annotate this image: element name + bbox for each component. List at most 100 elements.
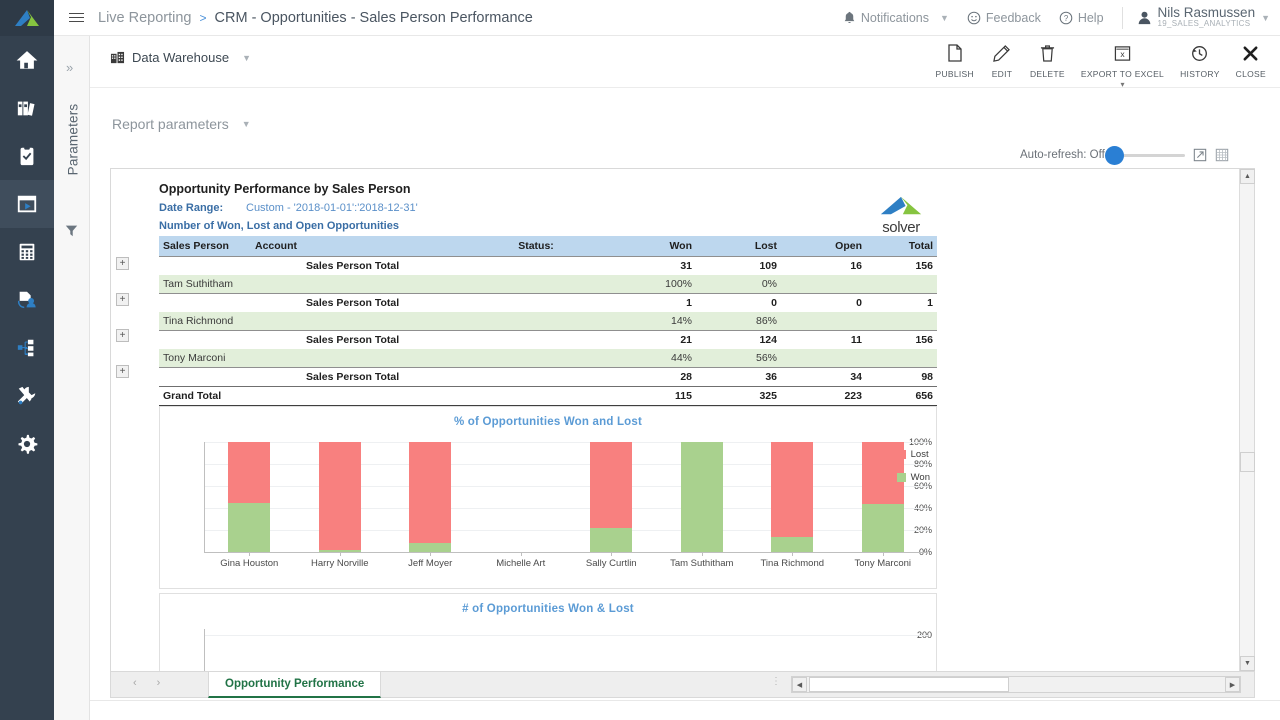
chart1-x-label: Tam Suthitham	[657, 558, 748, 569]
cell-open	[781, 312, 866, 331]
chart1-bar-column	[476, 442, 567, 552]
expand-row-button[interactable]: +	[116, 257, 129, 270]
cell-lost: 0	[696, 294, 781, 313]
auto-refresh-slider[interactable]	[1113, 154, 1185, 157]
legend-label: Won	[911, 472, 930, 483]
breadcrumb-current: CRM - Opportunities - Sales Person Perfo…	[215, 10, 533, 26]
sidebar-item-library[interactable]	[0, 84, 54, 132]
status-strip	[90, 700, 1280, 720]
col-sales-person: Sales Person	[159, 236, 251, 257]
y-axis	[204, 629, 205, 671]
solver-logo-text: solver	[879, 219, 923, 236]
sidebar-item-documents[interactable]	[0, 276, 54, 324]
scroll-down-button[interactable]: ▼	[1240, 656, 1255, 671]
cell-label: Grand Total	[159, 387, 611, 407]
popout-icon[interactable]	[1193, 148, 1207, 162]
hamburger-icon[interactable]	[54, 10, 98, 24]
x-tick	[249, 552, 250, 556]
auto-refresh-label: Auto-refresh: Off	[1020, 149, 1105, 161]
cell-label: Sales Person Total	[251, 331, 611, 350]
filter-icon[interactable]	[65, 224, 78, 242]
datasource-selector[interactable]: Data Warehouse ▼	[110, 50, 251, 65]
cell-sales-person	[159, 257, 251, 276]
cell-lost: 86%	[696, 312, 781, 331]
report-parameters-toggle[interactable]: Report parameters ▼	[112, 116, 251, 132]
chevron-down-icon: ▼	[242, 119, 251, 129]
sidebar-item-settings[interactable]	[0, 420, 54, 468]
chart1-x-label: Jeff Moyer	[385, 558, 476, 569]
legend-swatch	[897, 473, 906, 482]
cell-lost: 36	[696, 368, 781, 387]
user-menu[interactable]: Nils Rasmussen 19_SALES_ANALYTICS ▼	[1137, 6, 1270, 29]
expand-row-button[interactable]: +	[116, 329, 129, 342]
help-button[interactable]: ? Help	[1059, 11, 1104, 25]
legend-item[interactable]: Won	[897, 472, 930, 483]
cell-lost: 325	[696, 387, 781, 407]
segment-lost	[228, 442, 270, 503]
close-button[interactable]: CLOSE	[1228, 42, 1274, 89]
help-label: Help	[1078, 11, 1104, 25]
chevron-down-icon: ▼	[242, 53, 251, 63]
sidebar-item-workflow[interactable]	[0, 324, 54, 372]
cell-label: Sales Person Total	[251, 294, 611, 313]
table-row: Sales Person Total3110916156	[159, 257, 937, 276]
expand-parameters-icon[interactable]: »	[66, 60, 73, 75]
publish-button[interactable]: PUBLISH	[927, 42, 981, 89]
grid-view-icon[interactable]	[1215, 148, 1229, 162]
legend-item[interactable]: Lost	[897, 449, 930, 460]
table-row: Tony Marconi44%56%	[159, 349, 937, 368]
sidebar-item-tools[interactable]	[0, 372, 54, 420]
avatar-icon	[1137, 10, 1152, 25]
scroll-up-button[interactable]: ▲	[1240, 169, 1255, 184]
prev-sheet-button[interactable]: ‹	[133, 677, 137, 689]
chart1-bar-column	[204, 442, 295, 552]
x-tick	[611, 552, 612, 556]
breadcrumb-root[interactable]: Live Reporting	[98, 10, 192, 26]
next-sheet-button[interactable]: ›	[157, 677, 161, 689]
home-icon	[16, 49, 38, 71]
col-won: Won	[611, 236, 696, 257]
export-to-excel-button[interactable]: x EXPORT TO EXCEL ▾	[1073, 42, 1172, 89]
expand-row-button[interactable]: +	[116, 293, 129, 306]
cell-open: 223	[781, 387, 866, 407]
report-table: Sales Person Account Status: Won Lost Op…	[159, 236, 937, 407]
cell-open: 34	[781, 368, 866, 387]
vertical-scrollbar-thumb[interactable]	[1240, 452, 1255, 472]
close-icon	[1242, 42, 1259, 64]
segment-lost	[771, 442, 813, 537]
sidebar-item-reports[interactable]	[0, 180, 54, 228]
feedback-button[interactable]: Feedback	[967, 11, 1041, 25]
col-lost: Lost	[696, 236, 781, 257]
delete-label: DELETE	[1030, 69, 1065, 79]
horizontal-scrollbar-thumb[interactable]	[809, 677, 1009, 692]
cell-sales-person	[159, 294, 251, 313]
expand-row-button[interactable]: +	[116, 365, 129, 378]
chart1-stacked-bar	[590, 442, 632, 552]
sidebar-item-calculator[interactable]	[0, 228, 54, 276]
x-tick	[340, 552, 341, 556]
sheet-tab-opportunity-performance[interactable]: Opportunity Performance	[208, 672, 381, 698]
edit-button[interactable]: EDIT	[982, 42, 1022, 89]
cell-sales-person	[159, 331, 251, 350]
delete-button[interactable]: DELETE	[1022, 42, 1073, 89]
history-button[interactable]: HISTORY	[1172, 42, 1228, 89]
table-header-row: Sales Person Account Status: Won Lost Op…	[159, 236, 937, 257]
date-range-value: Custom - '2018-01-01':'2018-12-31'	[246, 202, 418, 214]
sidebar-item-tasks[interactable]	[0, 132, 54, 180]
chart-count-won-lost: # of Opportunities Won & Lost 200	[159, 593, 937, 671]
segment-won	[409, 543, 451, 552]
scroll-left-button[interactable]: ◀	[792, 677, 807, 692]
tools-icon	[16, 385, 38, 407]
slider-knob[interactable]	[1105, 146, 1124, 165]
feedback-label: Feedback	[986, 11, 1041, 25]
vertical-scrollbar[interactable]: ▲ ▼	[1239, 169, 1254, 671]
horizontal-scrollbar[interactable]: ◀ ▶	[791, 676, 1241, 693]
scroll-right-button[interactable]: ▶	[1225, 677, 1240, 692]
chart1-x-label: Gina Houston	[204, 558, 295, 569]
notifications-button[interactable]: Notifications ▼	[843, 11, 949, 25]
chart1-title: % of Opportunities Won and Lost	[160, 407, 936, 428]
cell-total: 156	[866, 257, 937, 276]
sidebar-item-home[interactable]	[0, 36, 54, 84]
resize-handle-icon[interactable]: ⋮	[771, 679, 781, 684]
report-title: Opportunity Performance by Sales Person	[159, 182, 410, 196]
